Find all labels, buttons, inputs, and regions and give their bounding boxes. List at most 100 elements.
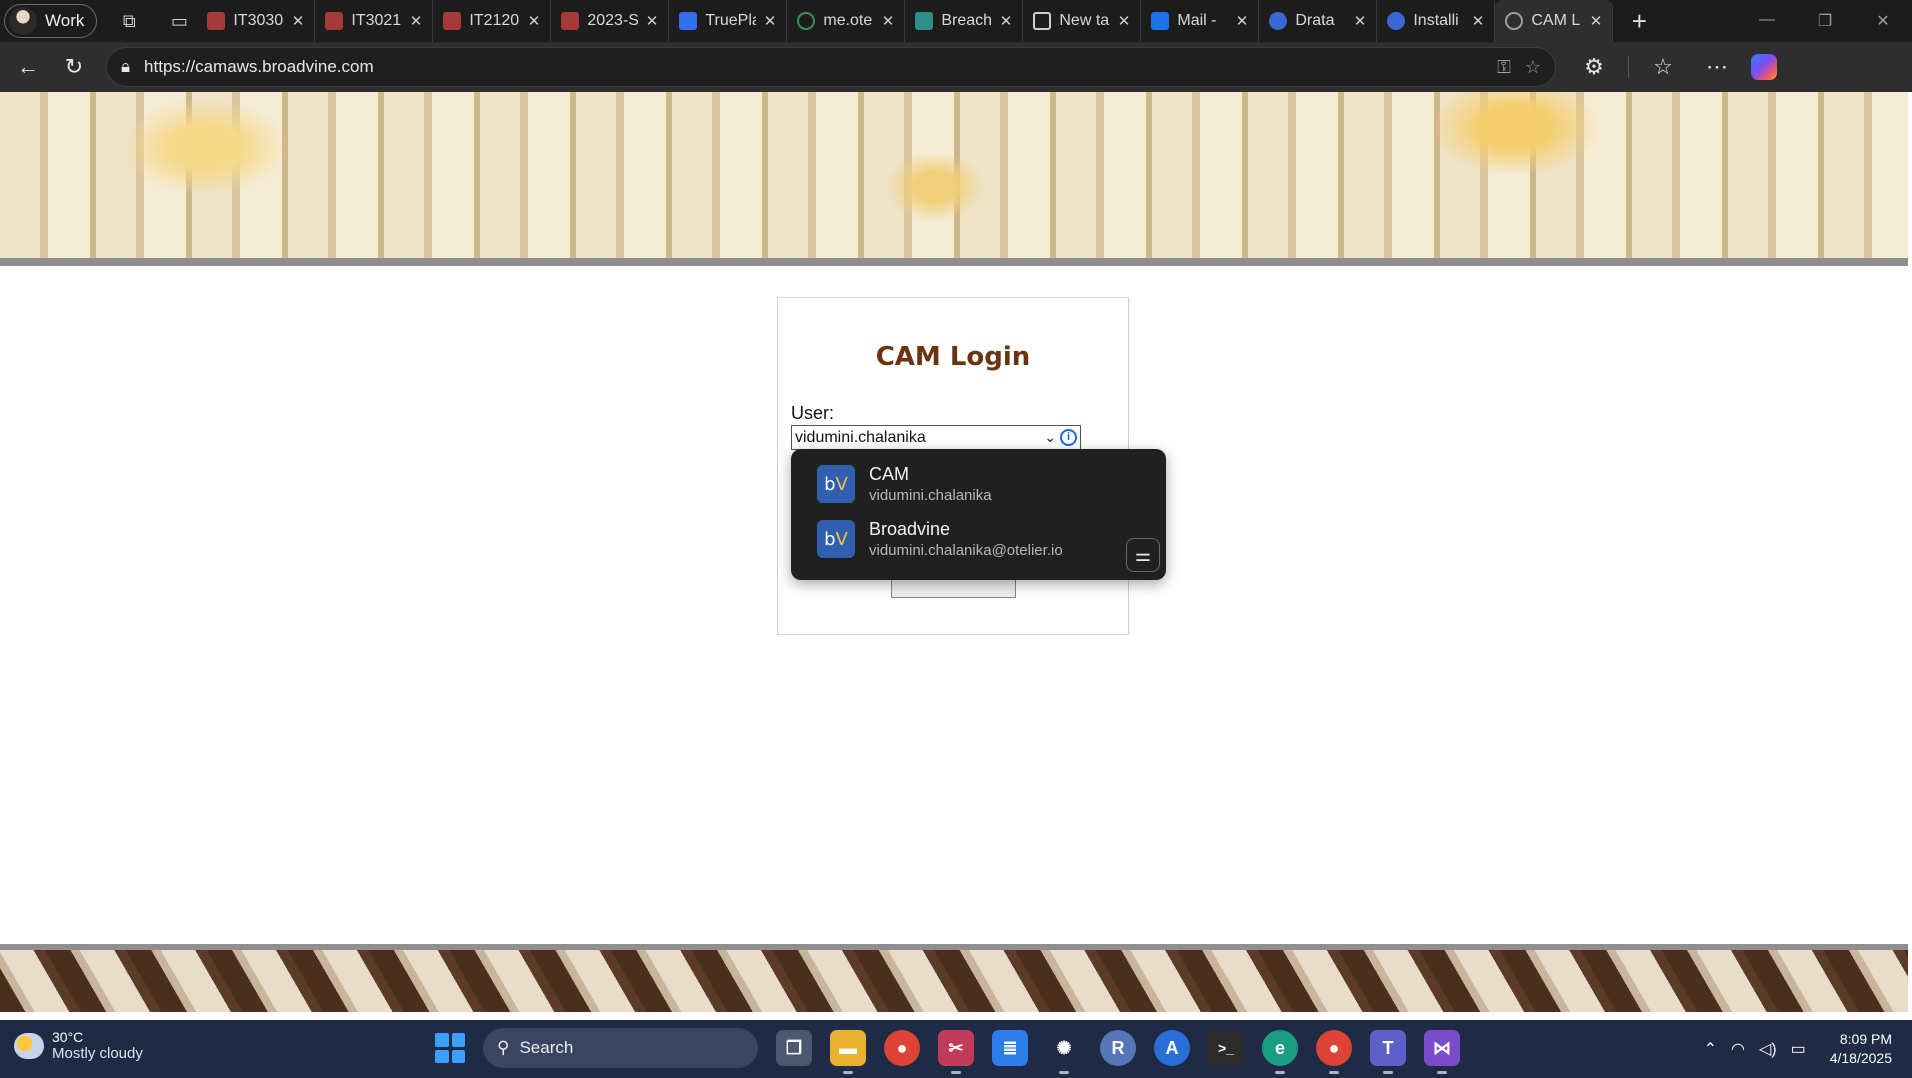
user-input[interactable]: vidumini.chalanika ⌄ i [791,425,1081,450]
tab-title: 2023-S [587,12,638,29]
close-tab-icon[interactable]: ✕ [646,12,659,30]
clock[interactable]: 8:09 PM 4/18/2025 [1830,1030,1892,1068]
tab[interactable]: Drata ✕ [1259,0,1378,42]
wifi-icon[interactable]: ◠ [1731,1039,1745,1059]
task-view-icon[interactable]: ❐ [776,1030,812,1066]
terminal-icon[interactable]: >_ [1208,1030,1244,1066]
chrome-profile-icon[interactable]: ● [1316,1030,1352,1074]
clock-time: 8:09 PM [1839,1031,1892,1047]
copilot-icon[interactable] [1751,54,1777,80]
info-icon[interactable]: i [1060,429,1077,446]
close-tab-icon[interactable]: ✕ [1472,12,1485,30]
drata-favicon-icon [1269,12,1288,30]
system-tray: ⌃ ◠ ◁) ▭ 8:09 PM 4/18/2025 [1704,1030,1892,1068]
edge-icon[interactable]: e [1262,1030,1298,1074]
notepad-icon[interactable]: ≣ [992,1030,1028,1066]
tab[interactable]: Installi ✕ [1377,0,1496,42]
tab[interactable]: IT2120 ✕ [433,0,552,42]
visual-studio-icon[interactable]: ⋈ [1424,1030,1460,1074]
partly-cloudy-icon [14,1032,44,1059]
volume-icon[interactable]: ◁) [1759,1039,1777,1059]
extensions-icon[interactable]: ⚙ [1574,47,1614,87]
logo-letter: V [835,473,848,495]
taskbar: 30°C Mostly cloudy ⚲ Search ❐ ▬ ● ✂ ≣ ✺ … [0,1020,1912,1078]
taskbar-search[interactable]: ⚲ Search [483,1028,758,1068]
outlook-favicon-icon [1151,12,1170,30]
minimize-icon[interactable]: — [1738,11,1796,31]
back-icon[interactable]: ← [8,47,48,87]
profile-label: Work [45,11,85,30]
header-banner-image [0,92,1908,266]
lock-icon[interactable]: 🔒︎ [121,57,130,77]
url-text[interactable]: https://camaws.broadvine.com [144,57,1483,77]
tab[interactable]: New ta ✕ [1023,0,1142,42]
app-a-icon[interactable]: A [1154,1030,1190,1066]
pdf-favicon-icon [325,12,344,30]
close-tab-icon[interactable]: ✕ [292,12,305,30]
close-tab-icon[interactable]: ✕ [410,12,423,30]
toolbar-divider [1628,56,1629,78]
tab[interactable]: TruePla ✕ [669,0,788,42]
browser-toolbar: ← ↻ 🔒︎ https://camaws.broadvine.com ⚿ ☆ … [0,42,1912,92]
pdf-favicon-icon [561,12,580,30]
tab[interactable]: IT3021 ✕ [315,0,434,42]
close-tab-icon[interactable]: ✕ [528,12,541,30]
start-windows-icon[interactable] [435,1033,465,1063]
close-tab-icon[interactable]: ✕ [882,12,895,30]
battery-icon[interactable]: ▭ [1791,1039,1806,1059]
broadvine-logo-icon: bV [817,520,855,558]
chrome-icon[interactable]: ● [884,1030,920,1066]
file-explorer-icon[interactable]: ▬ [830,1030,866,1074]
page-title: CAM Login [875,342,1031,372]
favorite-star-icon[interactable]: ☆ [1525,57,1541,78]
autofill-settings-icon[interactable]: ⚌ [1126,538,1160,572]
address-bar[interactable]: 🔒︎ https://camaws.broadvine.com ⚿ ☆ [106,47,1556,87]
tab[interactable]: 2023-S ✕ [551,0,670,42]
new-tab-button[interactable]: + [1619,1,1659,41]
close-tab-icon[interactable]: ✕ [1590,12,1603,30]
autofill-option-name: CAM [869,464,909,484]
chatgpt-icon[interactable]: ✺ [1046,1030,1082,1074]
clock-date: 4/18/2025 [1829,1050,1892,1066]
close-tab-icon[interactable]: ✕ [1000,12,1013,30]
tab-title: me.ote [823,12,873,29]
tab[interactable]: Mail - ✕ [1141,0,1260,42]
weather-widget[interactable]: 30°C Mostly cloudy [14,1029,143,1062]
chevron-up-icon[interactable]: ⌃ [1704,1039,1717,1059]
teams-icon[interactable]: T [1370,1030,1406,1074]
close-tab-icon[interactable]: ✕ [1354,12,1367,30]
user-input-value: vidumini.chalanika [795,429,926,446]
restore-icon[interactable]: ❐ [1796,11,1854,31]
autofill-option[interactable]: bV CAM vidumini.chalanika [817,460,992,508]
tab-title: Installi [1413,12,1459,29]
tab-active[interactable]: CAM L ✕ [1495,0,1614,42]
refresh-icon[interactable]: ↻ [54,47,94,87]
tab[interactable]: me.ote ✕ [787,0,906,42]
autofill-option-name: Broadvine [869,519,951,539]
vertical-tabs-icon[interactable]: ▭ [161,3,197,39]
r-icon[interactable]: R [1100,1030,1136,1066]
profile-button[interactable]: Work [4,4,98,38]
chevron-down-icon[interactable]: ⌄ [1044,426,1056,449]
autofill-option-account: vidumini.chalanika [869,487,992,504]
close-tab-icon[interactable]: ✕ [764,12,777,30]
workspaces-icon[interactable]: ⧉ [111,3,147,39]
autofill-option[interactable]: bV Broadvine vidumini.chalanika@otelier.… [817,515,1063,563]
pdf-favicon-icon [443,12,462,30]
snipping-tool-icon[interactable]: ✂ [938,1030,974,1074]
close-tab-icon[interactable]: ✕ [1118,12,1131,30]
pdf-favicon-icon [207,12,226,30]
globe-favicon-icon [1505,12,1524,30]
close-tab-icon[interactable]: ✕ [1236,12,1249,30]
breach-favicon-icon [915,12,934,30]
logo-letter: V [835,528,848,550]
tab[interactable]: IT3030 ✕ [197,0,316,42]
tab[interactable]: Breach ✕ [905,0,1024,42]
loading-favicon-icon [797,12,816,30]
trueplan-favicon-icon [679,12,698,30]
tab-title: Mail - [1177,12,1217,29]
close-window-icon[interactable]: ✕ [1854,11,1912,31]
favorites-icon[interactable]: ☆ [1643,47,1683,87]
password-key-icon[interactable]: ⚿ [1497,57,1511,78]
more-menu-icon[interactable]: ⋯ [1697,47,1737,87]
